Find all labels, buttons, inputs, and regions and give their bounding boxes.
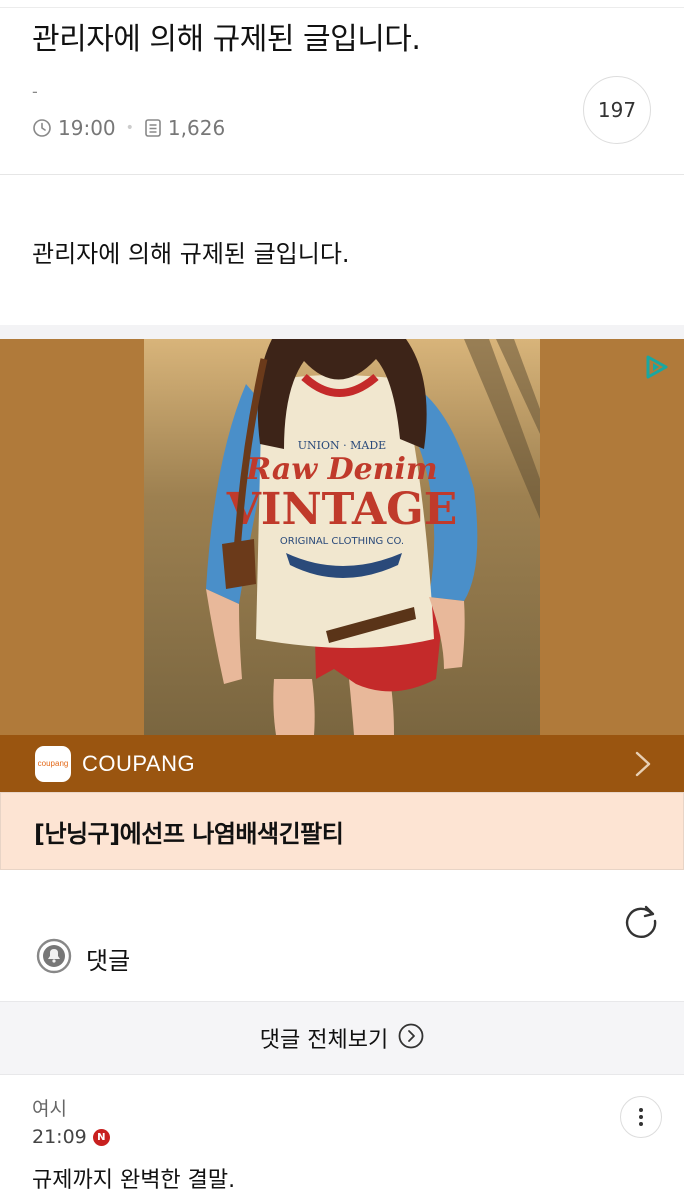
clock-icon [32,118,52,138]
ad-product-row[interactable]: [난닝구]에선프 나염배색긴팔티 [0,792,684,870]
comment-time-row: 21:09 N [32,1126,110,1148]
ad-card[interactable]: Raw Denim VINTAGE ORIGINAL CLOTHING CO. … [0,339,684,870]
more-options-button[interactable] [620,1096,662,1138]
new-badge: N [92,1128,110,1146]
section-separator [0,325,684,339]
post-views: 1,626 [167,116,226,140]
svg-text:UNION · MADE: UNION · MADE [298,439,386,452]
comment-text: 규제까지 완벽한 결말. [32,1168,236,1193]
circle-chevron-right-icon [388,1023,424,1053]
comment-count-button[interactable]: 197 [583,76,651,144]
more-vertical-icon [639,1108,643,1126]
ad-choices-icon[interactable] [642,353,670,385]
views-icon [144,118,162,138]
post-author[interactable]: - [32,82,38,101]
comments-header: 댓글 [36,938,130,978]
view-all-comments-button[interactable]: 댓글 전체보기 [0,1001,684,1075]
post-meta: 19:00 • 1,626 [32,116,225,140]
notification-bell-icon[interactable] [36,938,72,978]
coupang-logo-text: coupang [37,759,69,768]
post-title: 관리자에 의해 규제된 글입니다. [32,22,421,57]
post-body: 관리자에 의해 규제된 글입니다. [32,240,350,268]
comment-author[interactable]: 여시 [32,1094,67,1121]
ad-brand-bar[interactable]: coupang COUPANG [0,735,684,792]
comments-label: 댓글 [86,946,131,975]
coupang-logo: coupang [35,745,71,782]
svg-text:ORIGINAL CLOTHING CO.: ORIGINAL CLOTHING CO. [280,536,404,547]
top-divider [0,7,684,8]
ad-product-photo: Raw Denim VINTAGE ORIGINAL CLOTHING CO. … [144,339,540,735]
ad-image[interactable]: Raw Denim VINTAGE ORIGINAL CLOTHING CO. … [0,339,684,735]
chevron-right-icon[interactable] [634,751,652,781]
meta-separator: • [125,120,134,136]
ad-product-title: [난닝구]에선프 나염배색긴팔티 [34,819,344,848]
svg-text:Raw Denim: Raw Denim [245,452,437,487]
comment-time: 21:09 [32,1126,87,1148]
refresh-icon[interactable] [622,902,660,944]
comment-item: 여시 21:09 N 규제까지 완벽한 결말. [0,1076,684,1200]
ad-brand-name: COUPANG [82,750,196,776]
view-all-label: 댓글 전체보기 [259,1028,389,1053]
post-time: 19:00 [58,116,116,140]
svg-text:VINTAGE: VINTAGE [226,484,458,535]
header-divider [0,174,684,175]
